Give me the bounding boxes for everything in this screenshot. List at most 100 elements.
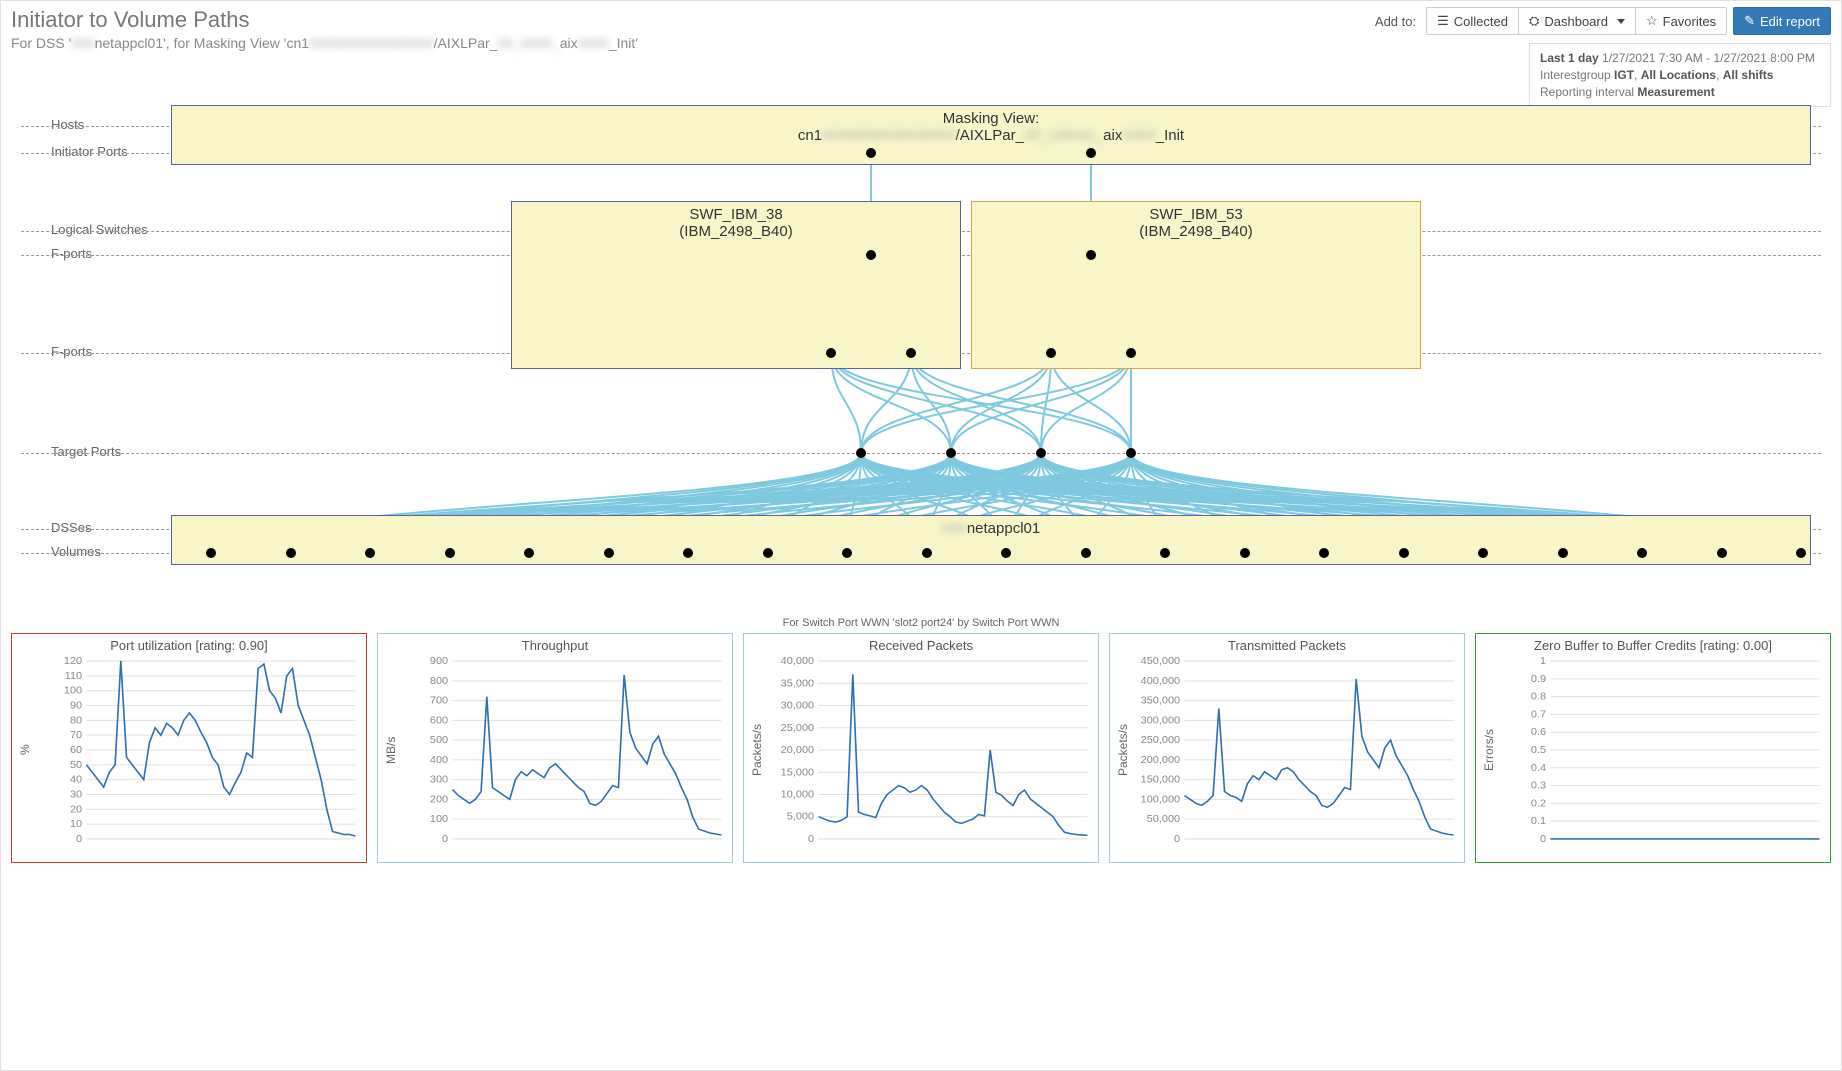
svg-text:50: 50 <box>70 759 82 771</box>
volume-port[interactable] <box>1478 548 1488 558</box>
svg-text:30,000: 30,000 <box>781 700 815 712</box>
svg-text:600: 600 <box>430 715 448 727</box>
y-axis-label: Errors/s <box>1480 655 1498 845</box>
chart-card[interactable]: Port utilization [rating: 0.90]%01020304… <box>11 633 367 863</box>
svg-text:0: 0 <box>1540 833 1546 845</box>
svg-text:0.9: 0.9 <box>1531 673 1546 685</box>
svg-text:60: 60 <box>70 744 82 756</box>
volume-port[interactable] <box>1399 548 1409 558</box>
volume-port[interactable] <box>842 548 852 558</box>
svg-text:5,000: 5,000 <box>787 811 814 823</box>
volume-port[interactable] <box>1160 548 1170 558</box>
svg-text:0: 0 <box>1174 833 1180 845</box>
dashboard-button[interactable]: ⛭Dashboard <box>1518 7 1636 35</box>
masking-view-box[interactable]: Masking View:cn1################/AIXLPar… <box>171 105 1811 165</box>
row-label-fports2: F-ports <box>51 344 92 359</box>
volume-port[interactable] <box>763 548 773 558</box>
f-port[interactable] <box>1126 348 1136 358</box>
volume-port[interactable] <box>1637 548 1647 558</box>
chart-card[interactable]: Received Packets Packets/s 0 5,000 10,000 15,… <box>743 633 1099 863</box>
volume-port[interactable] <box>1001 548 1011 558</box>
dashboard-icon: ⛭ <box>1529 13 1539 29</box>
svg-text:110: 110 <box>65 670 83 682</box>
y-axis-label: Packets/s <box>748 655 766 845</box>
volume-port[interactable] <box>1240 548 1250 558</box>
svg-text:100: 100 <box>64 685 82 697</box>
svg-text:0.4: 0.4 <box>1531 762 1546 774</box>
y-axis-label: Packets/s <box>1114 655 1132 845</box>
row-label-logsw: Logical Switches <box>51 222 148 237</box>
volume-port[interactable] <box>524 548 534 558</box>
svg-text:50,000: 50,000 <box>1147 814 1181 826</box>
f-port[interactable] <box>826 348 836 358</box>
svg-text:0.6: 0.6 <box>1531 727 1546 739</box>
svg-text:25,000: 25,000 <box>781 722 815 734</box>
volume-port[interactable] <box>1081 548 1091 558</box>
volume-port[interactable] <box>604 548 614 558</box>
star-icon: ☆ <box>1646 13 1658 29</box>
chart-title: Received Packets <box>748 638 1094 653</box>
f-port[interactable] <box>866 250 876 260</box>
target-port[interactable] <box>856 448 866 458</box>
volume-port[interactable] <box>1319 548 1329 558</box>
svg-text:700: 700 <box>430 695 448 707</box>
row-label-tgtports: Target Ports <box>51 444 121 459</box>
svg-text:0.3: 0.3 <box>1531 780 1546 792</box>
svg-text:0: 0 <box>808 833 814 845</box>
svg-text:40,000: 40,000 <box>781 655 815 667</box>
page-subtitle: For DSS '###netappcl01', for Masking Vie… <box>11 35 638 51</box>
row-label-fports1: F-ports <box>51 246 92 261</box>
svg-text:10,000: 10,000 <box>781 789 815 801</box>
f-port[interactable] <box>1046 348 1056 358</box>
list-icon: ☰ <box>1437 13 1449 29</box>
svg-text:0: 0 <box>442 833 448 845</box>
chart-card[interactable]: Zero Buffer to Buffer Credits [rating: 0… <box>1475 633 1831 863</box>
collected-button[interactable]: ☰Collected <box>1426 7 1519 35</box>
svg-text:15,000: 15,000 <box>781 767 815 779</box>
svg-text:35,000: 35,000 <box>781 678 815 690</box>
svg-text:80: 80 <box>70 715 82 727</box>
initiator-port[interactable] <box>866 148 876 158</box>
svg-text:120: 120 <box>64 655 82 667</box>
chart-title: Port utilization [rating: 0.90] <box>16 638 362 653</box>
switch-box-2[interactable]: SWF_IBM_53(IBM_2498_B40) <box>971 201 1421 369</box>
svg-text:400,000: 400,000 <box>1141 675 1181 687</box>
svg-text:0: 0 <box>76 833 82 845</box>
row-line <box>21 453 1821 454</box>
svg-text:40: 40 <box>70 774 82 786</box>
volume-port[interactable] <box>1558 548 1568 558</box>
chevron-down-icon <box>1617 19 1625 24</box>
volume-port[interactable] <box>445 548 455 558</box>
f-port[interactable] <box>906 348 916 358</box>
volume-port[interactable] <box>206 548 216 558</box>
svg-text:30: 30 <box>70 789 82 801</box>
svg-text:0.8: 0.8 <box>1531 691 1546 703</box>
volume-port[interactable] <box>365 548 375 558</box>
volume-port[interactable] <box>922 548 932 558</box>
chart-strip-header: For Switch Port WWN 'slot2 port24' by Sw… <box>11 617 1831 629</box>
volume-port[interactable] <box>286 548 296 558</box>
switch-box-1[interactable]: SWF_IBM_38(IBM_2498_B40) <box>511 201 961 369</box>
svg-text:150,000: 150,000 <box>1141 774 1181 786</box>
chart-card[interactable]: Transmitted PacketsPackets/s050,000100,0… <box>1109 633 1465 863</box>
svg-text:450,000: 450,000 <box>1141 655 1181 667</box>
target-port[interactable] <box>1126 448 1136 458</box>
f-port[interactable] <box>1086 250 1096 260</box>
chart-title: Transmitted Packets <box>1114 638 1460 653</box>
svg-text:0.5: 0.5 <box>1531 744 1546 756</box>
svg-text:70: 70 <box>70 730 82 742</box>
volume-port[interactable] <box>1796 548 1806 558</box>
dss-box[interactable]: ###netappcl01 <box>171 515 1811 565</box>
favorites-button[interactable]: ☆Favorites <box>1635 7 1727 35</box>
svg-text:400: 400 <box>430 754 448 766</box>
volume-port[interactable] <box>683 548 693 558</box>
edit-icon: ✎ <box>1744 13 1755 29</box>
chart-card[interactable]: ThroughputMB/s01002003004005006007008009… <box>377 633 733 863</box>
row-label-dsses: DSSes <box>51 520 91 535</box>
target-port[interactable] <box>946 448 956 458</box>
edit-report-button[interactable]: ✎Edit report <box>1733 7 1831 35</box>
volume-port[interactable] <box>1717 548 1727 558</box>
initiator-port[interactable] <box>1086 148 1096 158</box>
page-title: Initiator to Volume Paths <box>11 7 638 33</box>
target-port[interactable] <box>1036 448 1046 458</box>
